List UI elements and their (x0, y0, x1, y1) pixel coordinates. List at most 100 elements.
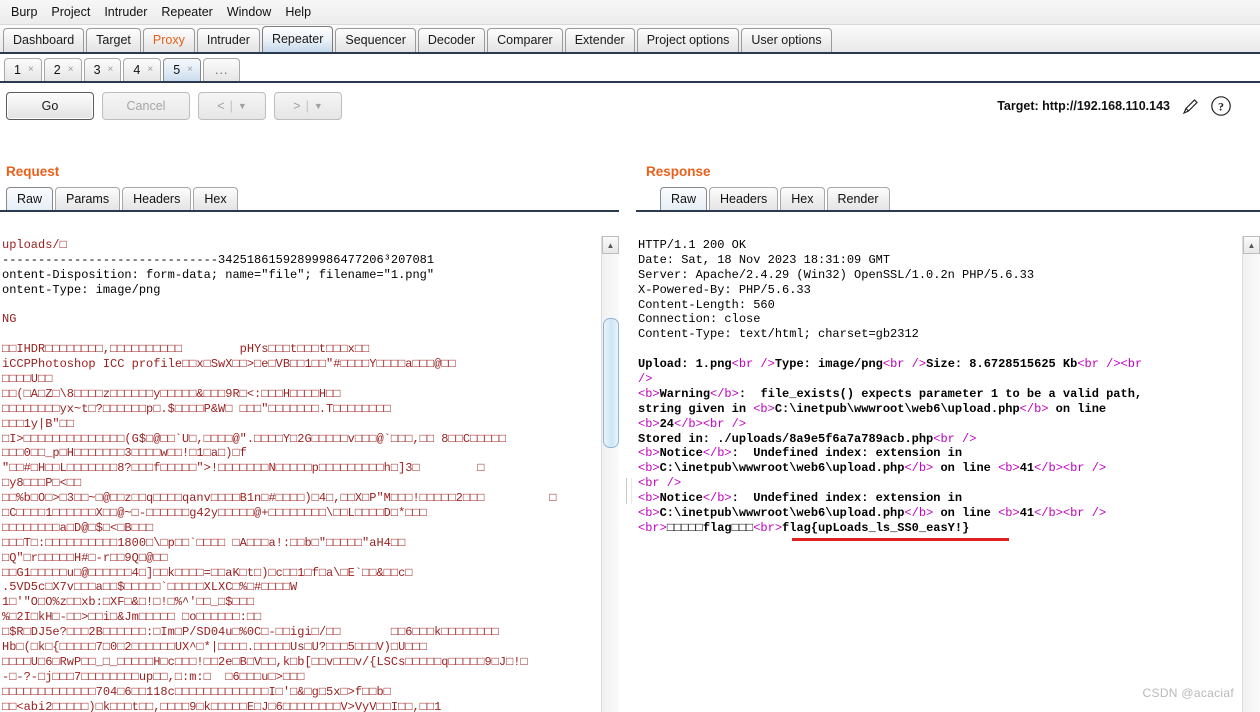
target-area: Target: http://192.168.110.143 ? (997, 95, 1250, 117)
repeater-tab-4[interactable]: 4 × (123, 58, 161, 81)
response-vertical-scrollbar[interactable]: ▲ (1242, 236, 1260, 712)
response-header-line: Content-Type: text/html; charset=gb2312 (638, 327, 1243, 342)
response-tab-hex[interactable]: Hex (780, 187, 824, 210)
response-span: : Undefined index: extension in (732, 446, 962, 460)
menu-item-intruder[interactable]: Intruder (97, 3, 154, 21)
tab-comparer[interactable]: Comparer (487, 28, 563, 52)
go-button[interactable]: Go (6, 92, 94, 120)
response-span: <b> (753, 402, 775, 416)
tab-dashboard[interactable]: Dashboard (3, 28, 84, 52)
request-line: □□□□U□□ (2, 372, 602, 387)
response-tab-raw[interactable]: Raw (660, 187, 707, 210)
scrollbar-thumb[interactable] (603, 318, 619, 448)
request-line: □□(□A□Z□\8□□□□z□□□□□□y□□□□□&□□□9R□<:□□□H… (2, 387, 602, 402)
scroll-up-arrow[interactable]: ▲ (1243, 236, 1260, 254)
response-span: <b> (638, 506, 660, 520)
response-body-line: <br>□□□□□flag□□□<br>flag{upLoads_ls_SS0_… (638, 521, 1243, 536)
request-title: Request (0, 160, 619, 184)
response-span: Notice (660, 446, 703, 460)
menu-item-window[interactable]: Window (220, 3, 278, 21)
menu-item-repeater[interactable]: Repeater (154, 3, 219, 21)
request-tab-raw[interactable]: Raw (6, 187, 53, 210)
request-vertical-scrollbar[interactable]: ▲ (601, 236, 619, 712)
repeater-tab-strip: 1 × 2 × 3 × 4 × 5 × ... (0, 54, 1260, 83)
close-icon[interactable]: × (28, 59, 34, 81)
request-tab-headers[interactable]: Headers (122, 187, 191, 210)
close-icon[interactable]: × (68, 59, 74, 81)
splitter-grip[interactable] (626, 478, 632, 504)
response-blank-line (638, 342, 1243, 357)
repeater-tab-overflow[interactable]: ... (203, 58, 240, 81)
response-body-line: <b>24</b><br /> (638, 417, 1243, 432)
response-span: <br /> (1077, 357, 1120, 371)
close-icon[interactable]: × (147, 59, 153, 81)
csdn-watermark: CSDN @acaciaf (1143, 686, 1234, 700)
request-tab-hex[interactable]: Hex (193, 187, 237, 210)
repeater-tab-2[interactable]: 2 × (44, 58, 82, 81)
request-line: %□2I□kH□-□□>□□i□&Jm□□□□□ □o□□□□□□:□□ (2, 610, 602, 625)
response-body-line: <b>C:\inetpub\wwwroot\web6\upload.php</b… (638, 506, 1243, 521)
repeater-tab-label: 5 (173, 59, 180, 81)
tab-project-options[interactable]: Project options (637, 28, 740, 52)
repeater-tab-3[interactable]: 3 × (84, 58, 122, 81)
request-line: ontent-Type: image/png (2, 283, 602, 298)
menu-item-help[interactable]: Help (278, 3, 318, 21)
question-mark-icon[interactable]: ? (1210, 95, 1232, 117)
response-raw-editor[interactable]: HTTP/1.1 200 OKDate: Sat, 18 Nov 2023 18… (636, 236, 1243, 712)
request-line: □$R□DJ5e?□□□2B□□□□□□:□Im□P/SD04u□%0C□-□□… (2, 625, 602, 640)
burp-suite-window: Burp Project Intruder Repeater Window He… (0, 0, 1260, 712)
pencil-icon[interactable] (1179, 95, 1201, 117)
tab-target[interactable]: Target (86, 28, 141, 52)
tab-user-options[interactable]: User options (741, 28, 831, 52)
panel-splitter[interactable] (619, 160, 636, 712)
request-line: □□□0□□_p□H□□□□□□□3□□□□w□□!□1□a□)□f (2, 446, 602, 461)
back-button[interactable]: < | ▼ (198, 92, 266, 120)
menu-item-project[interactable]: Project (44, 3, 97, 21)
response-title: Response (636, 160, 1260, 184)
tab-repeater[interactable]: Repeater (262, 26, 333, 52)
request-line: ontent-Disposition: form-data; name="fil… (2, 268, 602, 283)
response-span: <b> (638, 417, 660, 431)
request-line: □□G1□□□□□u□@□□□□□□4□]□□k□□□□=□□aK□t□)□c□… (2, 566, 602, 581)
response-body-line: Stored in: ./uploads/8a9e5f6a7a789acb.ph… (638, 432, 1243, 447)
response-body-line: <b>Notice</b>: Undefined index: extensio… (638, 491, 1243, 506)
response-span: <br (1121, 357, 1143, 371)
tab-proxy[interactable]: Proxy (143, 28, 195, 52)
close-icon[interactable]: × (108, 59, 114, 81)
response-span: on line (1048, 402, 1106, 416)
forward-button[interactable]: > | ▼ (274, 92, 342, 120)
request-line (2, 298, 602, 313)
response-span: Notice (660, 491, 703, 505)
response-span: <b> (998, 506, 1020, 520)
response-span: <br> (753, 521, 782, 535)
close-icon[interactable]: × (187, 59, 193, 81)
request-raw-editor[interactable]: uploads/□------------------------------3… (0, 236, 602, 712)
request-response-panels: Request Raw Params Headers Hex uploads/□… (0, 160, 1260, 712)
repeater-tab-1[interactable]: 1 × (4, 58, 42, 81)
response-header-line: Connection: close (638, 312, 1243, 327)
menu-bar: Burp Project Intruder Repeater Window He… (0, 0, 1260, 25)
response-tab-render[interactable]: Render (827, 187, 890, 210)
response-body-line: <b>C:\inetpub\wwwroot\web6\upload.php</b… (638, 461, 1243, 476)
request-line: NG (2, 312, 602, 327)
response-header-line: Server: Apache/2.4.29 (Win32) OpenSSL/1.… (638, 268, 1243, 283)
tab-intruder[interactable]: Intruder (197, 28, 260, 52)
scroll-up-arrow[interactable]: ▲ (602, 236, 619, 254)
response-header-line: X-Powered-By: PHP/5.6.33 (638, 283, 1243, 298)
request-tab-params[interactable]: Params (55, 187, 120, 210)
response-span: </b> (674, 417, 703, 431)
chevron-right-icon: > (293, 99, 300, 113)
tab-sequencer[interactable]: Sequencer (335, 28, 415, 52)
repeater-tab-5[interactable]: 5 × (163, 58, 201, 81)
request-line: □y8□□□P□<□□ (2, 476, 602, 491)
button-separator: | (230, 99, 233, 113)
tab-decoder[interactable]: Decoder (418, 28, 485, 52)
request-line: □□□□□□□□a□D@□$□<□B□□□ (2, 521, 602, 536)
response-body-line: string given in <b>C:\inetpub\wwwroot\we… (638, 402, 1243, 417)
tab-extender[interactable]: Extender (565, 28, 635, 52)
response-tab-headers[interactable]: Headers (709, 187, 778, 210)
request-line (2, 327, 602, 342)
response-span: C:\inetpub\wwwroot\web6\upload.php (660, 461, 905, 475)
request-line: □□□1y|B"□□ (2, 417, 602, 432)
menu-item-burp[interactable]: Burp (4, 3, 44, 21)
